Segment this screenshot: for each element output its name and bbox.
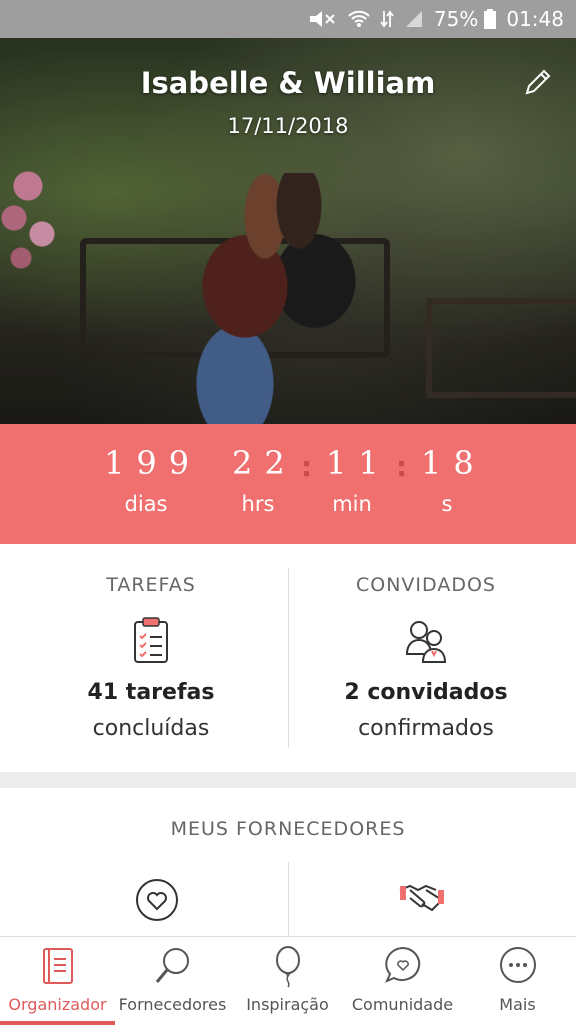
notebook-icon — [43, 948, 73, 984]
countdown-separator: : — [301, 450, 313, 483]
countdown-panel: 199 22 : 11 : 18 dias hrs min s — [0, 424, 576, 544]
nav-label: Inspiração — [246, 995, 329, 1014]
vendors-title: MEUS FORNECEDORES — [170, 818, 406, 840]
wifi-icon — [348, 9, 370, 29]
guests-title: CONVIDADOS — [356, 574, 496, 596]
wedding-date: 17/11/2018 — [227, 114, 349, 138]
tasks-subtitle: concluídas — [92, 716, 210, 741]
guests-subtitle: confirmados — [358, 716, 494, 741]
countdown-days: 199 — [104, 444, 202, 482]
battery-percent: 75% — [433, 7, 479, 31]
tasks-card[interactable]: TAREFAS 41 tarefas concluídas — [7, 544, 295, 772]
vendors-section: MEUS FORNECEDORES — [0, 788, 576, 936]
search-icon — [155, 948, 189, 983]
countdown-minutes: 11 — [326, 444, 391, 482]
countdown-hours: 22 — [232, 444, 297, 482]
chat-heart-icon — [385, 946, 421, 983]
countdown-separator: : — [396, 450, 408, 483]
battery-icon — [484, 9, 497, 29]
guests-icon — [405, 621, 447, 663]
edit-button[interactable] — [522, 66, 554, 98]
nav-label: Organizador — [8, 995, 107, 1014]
stats-section: TAREFAS 41 tarefas concluídas CONVIDADOS… — [0, 544, 576, 772]
nav-inspiracao[interactable]: Inspiração — [230, 937, 345, 1025]
heart-circle-icon[interactable] — [135, 878, 179, 922]
nav-fornecedores[interactable]: Fornecedores — [115, 937, 230, 1025]
active-tab-indicator — [0, 1021, 115, 1025]
status-bar: 75% 01:48 — [0, 0, 576, 38]
data-icon — [380, 9, 394, 29]
nav-label: Mais — [499, 995, 536, 1014]
tasks-title: TAREFAS — [106, 574, 196, 596]
signal-icon — [404, 9, 424, 29]
countdown-hours-label: hrs — [241, 492, 275, 516]
countdown-seconds-label: s — [441, 492, 453, 516]
couple-photo[interactable]: Isabelle & William 17/11/2018 — [0, 38, 576, 424]
nav-organizador[interactable]: Organizador — [0, 937, 115, 1025]
more-icon — [500, 947, 536, 983]
tasks-count: 41 tarefas — [87, 680, 215, 705]
countdown-minutes-label: min — [332, 492, 372, 516]
couple-names: Isabelle & William — [140, 66, 436, 100]
balloon-icon — [276, 946, 300, 988]
bottom-nav: Organizador Fornecedores Inspiração Comu… — [0, 936, 576, 1025]
guests-card[interactable]: CONVIDADOS 2 convidados confirmados — [282, 544, 570, 772]
handshake-icon[interactable] — [398, 880, 446, 916]
section-separator — [0, 772, 576, 788]
vendors-divider — [288, 862, 289, 936]
guests-count: 2 convidados — [344, 680, 508, 705]
mute-icon — [308, 9, 338, 29]
clipboard-icon — [134, 617, 168, 663]
nav-label: Fornecedores — [118, 995, 227, 1014]
nav-mais[interactable]: Mais — [460, 937, 575, 1025]
nav-comunidade[interactable]: Comunidade — [345, 937, 460, 1025]
countdown-days-label: dias — [124, 492, 168, 516]
countdown-seconds: 18 — [421, 444, 486, 482]
nav-label: Comunidade — [351, 995, 454, 1014]
pencil-icon — [525, 69, 551, 95]
clock: 01:48 — [506, 7, 564, 31]
